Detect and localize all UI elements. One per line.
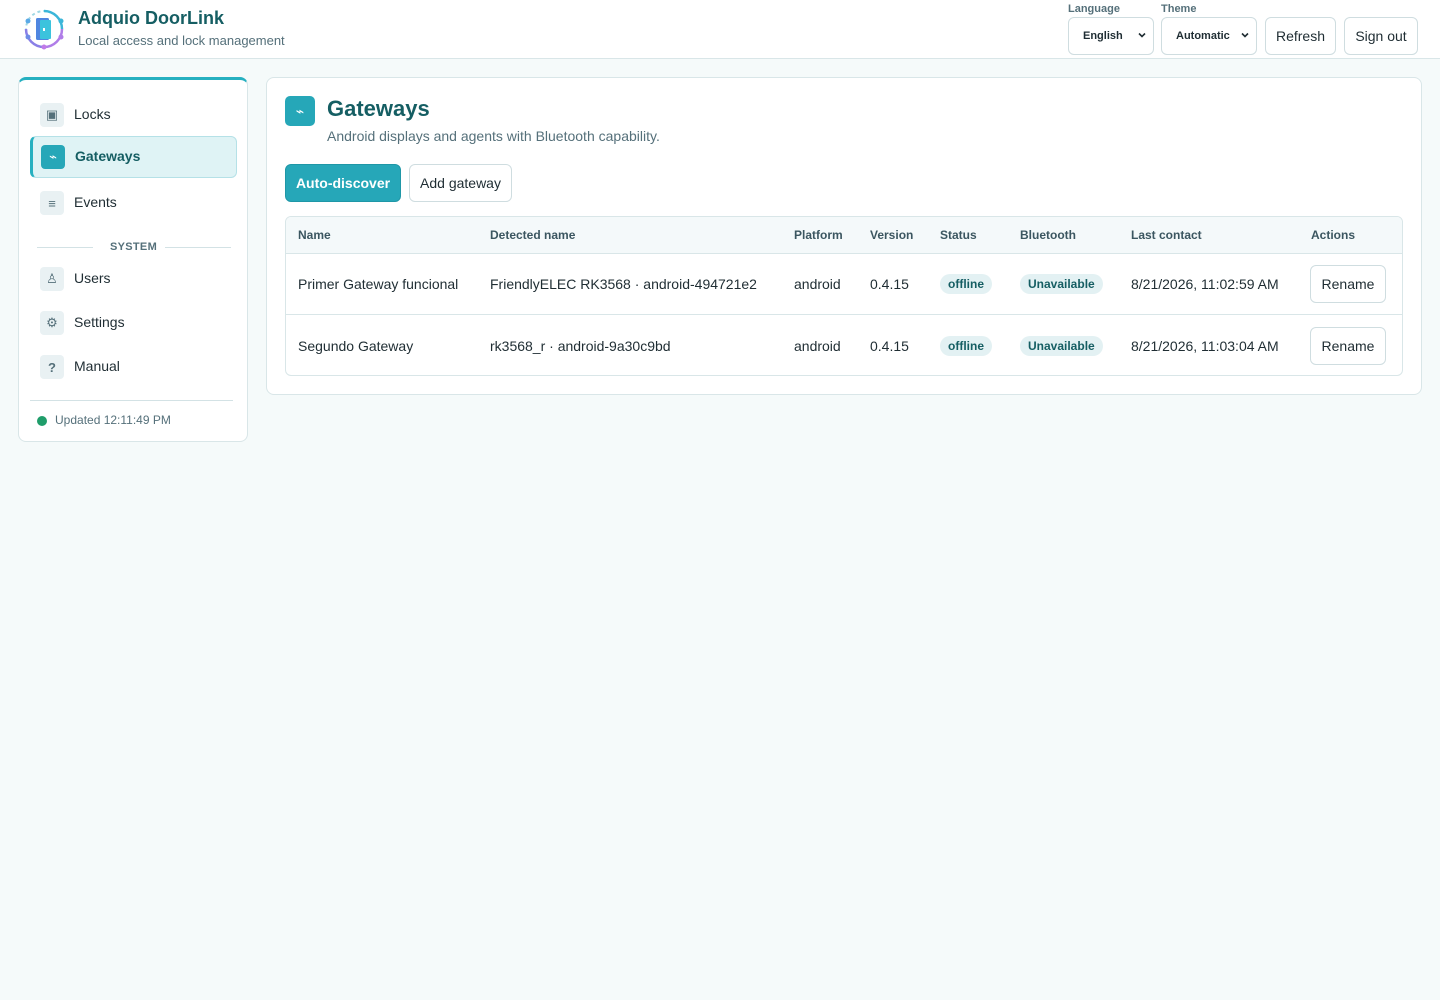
gateway-name: Segundo Gateway [298,338,414,354]
language-select[interactable]: English [1068,17,1154,55]
status-badge: offline [940,274,992,294]
column-header: Name [298,228,331,242]
page-title: Gateways [327,96,430,121]
add-gateway-button[interactable]: Add gateway [409,164,512,202]
sidebar-item-locks[interactable]: ▣ Locks [30,94,237,136]
sidebar-item-label: Settings [74,314,125,330]
sidebar-item-label: Users [74,270,111,286]
sign-out-button[interactable]: Sign out [1344,17,1418,55]
column-header: Detected name [490,228,576,242]
table-header: Name Detected name Platform Version Stat… [286,217,1402,254]
sidebar-item-label: Locks [74,106,111,122]
system-section-label: SYSTEM [110,241,158,253]
page-subtitle: Android displays and agents with Bluetoo… [327,128,660,144]
rename-button[interactable]: Rename [1310,327,1386,365]
language-label: Language [1068,3,1120,15]
status-badge: offline [940,336,992,356]
sidebar-item-events[interactable]: ≡ Events [30,182,237,224]
lock-icon: ▣ [40,103,64,127]
system-section-divider: SYSTEM [37,241,231,255]
sidebar-item-gateways[interactable]: ⌁ Gateways [30,136,237,178]
table-row: Segundo Gateway rk3568_r · android-9a30c… [286,316,1402,375]
sidebar: ▣ Locks ⌁ Gateways ≡ Events SYSTEM ♙ Use… [18,77,248,442]
last-contact: 8/21/2026, 11:03:04 AM [1131,338,1279,354]
app-subtitle: Local access and lock management [78,33,285,48]
column-header: Platform [794,228,843,242]
sidebar-item-label: Gateways [75,148,141,164]
status-indicator [37,416,47,426]
column-header: Bluetooth [1020,228,1076,242]
gateway-icon: ⌁ [285,96,315,126]
events-icon: ≡ [40,191,64,215]
sidebar-item-users[interactable]: ♙ Users [30,258,237,300]
last-updated-text: Updated 12:11:49 PM [55,413,171,427]
platform: android [794,338,841,354]
chevron-down-icon [1241,32,1249,38]
user-icon: ♙ [40,267,64,291]
bluetooth-badge: Unavailable [1020,336,1103,356]
platform: android [794,276,841,292]
gateway-icon: ⌁ [41,145,65,169]
bluetooth-badge: Unavailable [1020,274,1103,294]
version: 0.4.15 [870,276,909,292]
column-header: Version [870,228,914,242]
sidebar-item-label: Events [74,194,117,210]
language-value: English [1083,30,1123,42]
last-contact: 8/21/2026, 11:02:59 AM [1131,276,1279,292]
sidebar-divider [30,400,233,401]
app-logo-icon [24,9,64,50]
table-row: Primer Gateway funcional FriendlyELEC RK… [286,254,1402,315]
auto-discover-button[interactable]: Auto-discover [285,164,401,202]
gateways-table: Name Detected name Platform Version Stat… [285,216,1403,376]
gateway-name: Primer Gateway funcional [298,276,459,292]
theme-label: Theme [1161,3,1197,15]
detected-name: FriendlyELEC RK3568 · android-494721e2 [490,276,757,292]
theme-value: Automatic [1176,30,1230,42]
chevron-down-icon [1138,32,1146,38]
refresh-button[interactable]: Refresh [1265,17,1336,55]
help-icon: ? [40,355,64,379]
column-header: Actions [1311,228,1356,242]
gateways-panel: ⌁ Gateways Android displays and agents w… [266,77,1422,395]
top-bar: Adquio DoorLink Local access and lock ma… [0,0,1440,59]
column-header: Last contact [1131,228,1202,242]
app-title: Adquio DoorLink [78,8,224,28]
rename-button[interactable]: Rename [1310,265,1386,303]
detected-name: rk3568_r · android-9a30c9bd [490,338,671,354]
gear-icon: ⚙ [40,311,64,335]
sidebar-item-settings[interactable]: ⚙ Settings [30,302,237,344]
sidebar-item-label: Manual [74,358,120,374]
theme-select[interactable]: Automatic [1161,17,1257,55]
version: 0.4.15 [870,338,909,354]
column-header: Status [940,228,977,242]
sidebar-item-manual[interactable]: ? Manual [30,346,237,388]
